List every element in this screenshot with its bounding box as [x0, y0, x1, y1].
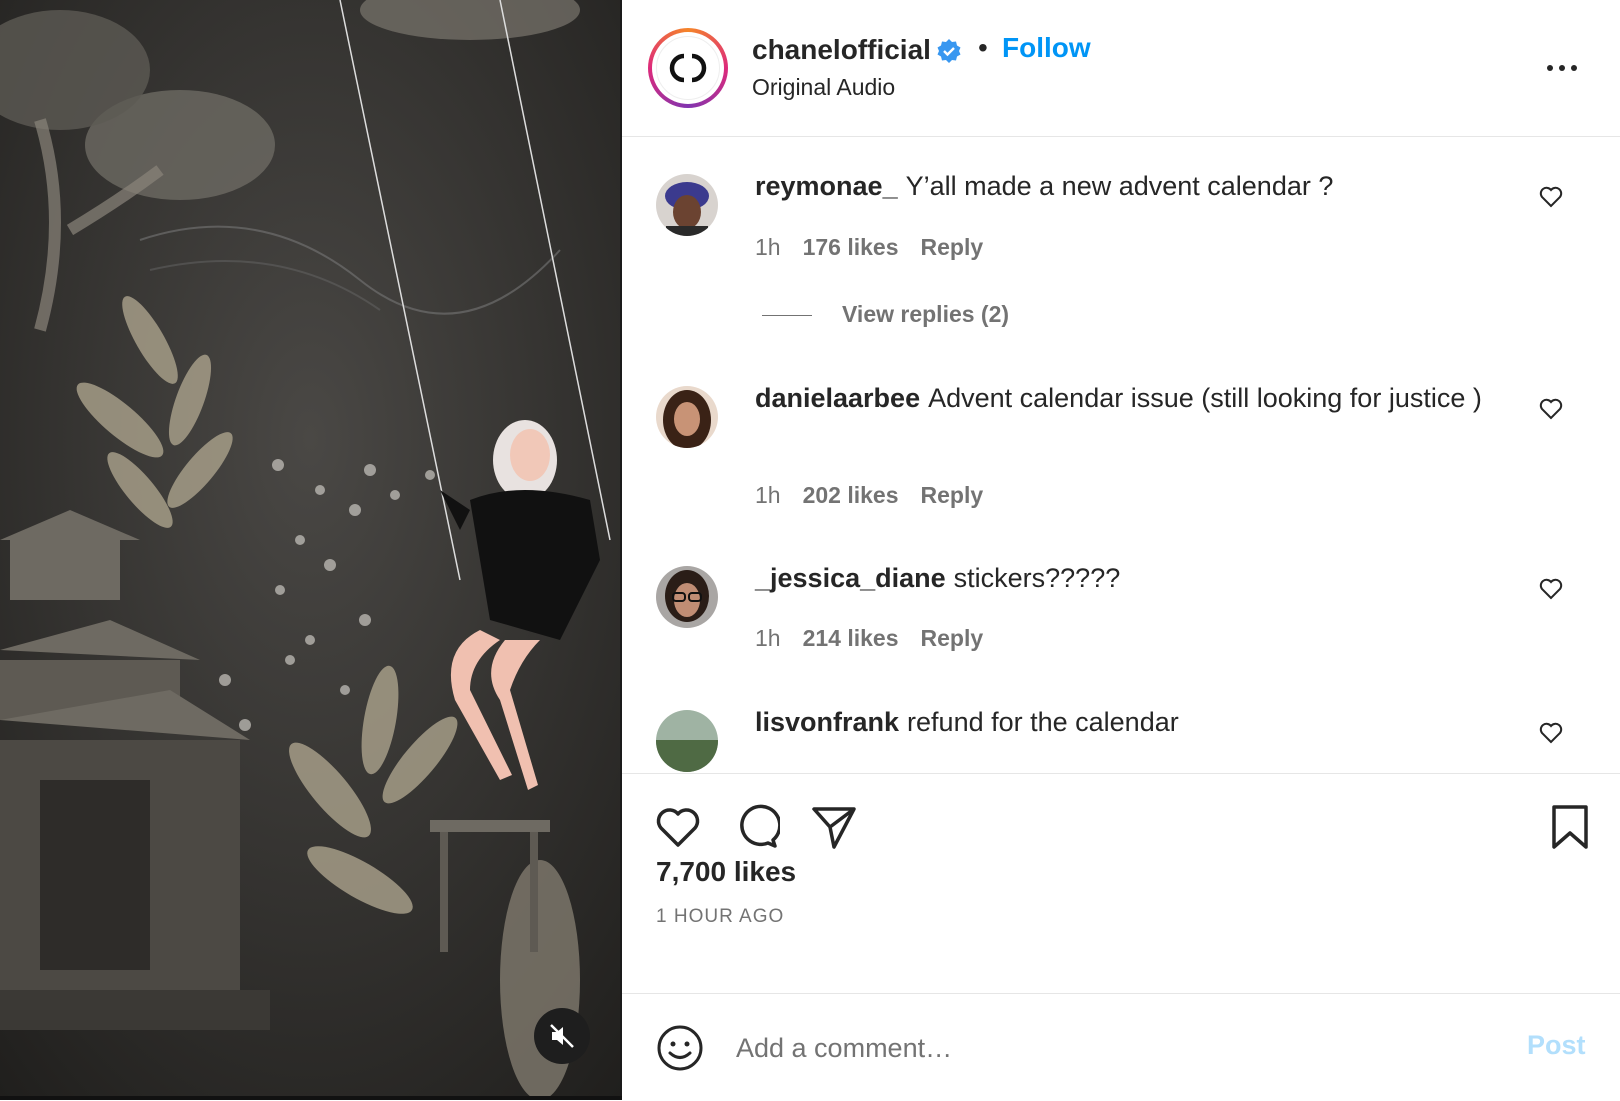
- comment-content: Advent calendar issue (still looking for…: [928, 383, 1482, 413]
- video-player[interactable]: [0, 0, 620, 1096]
- comment-time: 1h: [755, 482, 781, 508]
- comment-meta: 1h 214 likes Reply: [755, 625, 1005, 652]
- comment-username[interactable]: reymonae_: [755, 171, 898, 201]
- avatar-image: [656, 710, 718, 772]
- chanel-logo-icon: [669, 53, 707, 83]
- save-bookmark-icon[interactable]: [1546, 803, 1594, 851]
- reply-button[interactable]: Reply: [921, 234, 984, 260]
- verified-badge-icon: [937, 39, 961, 63]
- comment-time: 1h: [755, 234, 781, 260]
- comment-text: lisvonfrank refund for the calendar: [755, 704, 1515, 740]
- reply-button[interactable]: Reply: [921, 625, 984, 651]
- post-details-panel: chanelofficial • Follow Original Audio r…: [622, 0, 1620, 1100]
- comment-likes[interactable]: 176 likes: [803, 234, 899, 260]
- emoji-icon[interactable]: [656, 1024, 704, 1072]
- audio-label[interactable]: Original Audio: [752, 74, 895, 101]
- comment-likes[interactable]: 214 likes: [803, 625, 899, 651]
- comment-content: Y’all made a new advent calendar ?: [905, 171, 1334, 201]
- comments-list[interactable]: reymonae_ Y’all made a new advent calenda…: [622, 137, 1620, 772]
- video-frame-illustration: [0, 0, 620, 1096]
- replies-line: [762, 315, 812, 317]
- add-comment-bar: Post: [622, 993, 1620, 1101]
- comment-meta: 1h 176 likes Reply: [755, 234, 1005, 261]
- reply-button[interactable]: Reply: [921, 482, 984, 508]
- like-heart-icon[interactable]: [654, 803, 702, 851]
- comment-bubble-icon[interactable]: [732, 803, 780, 851]
- share-paper-plane-icon[interactable]: [810, 803, 858, 851]
- comment-text: danielaarbee Advent calendar issue (still…: [755, 380, 1515, 416]
- like-comment-heart-icon[interactable]: [1538, 397, 1564, 421]
- post-actions: 7,700 likes 1 HOUR AGO: [622, 773, 1620, 994]
- follow-button[interactable]: Follow: [1002, 32, 1091, 64]
- commenter-avatar[interactable]: [656, 174, 718, 236]
- comment-username[interactable]: _jessica_diane: [755, 563, 946, 593]
- commenter-avatar[interactable]: [656, 566, 718, 628]
- like-comment-heart-icon[interactable]: [1538, 721, 1564, 745]
- view-replies-button[interactable]: View replies (2): [762, 301, 1009, 328]
- commenter-avatar[interactable]: [656, 710, 718, 772]
- media-bottom-edge: [0, 1096, 622, 1100]
- post-likes-count[interactable]: 7,700 likes: [656, 856, 796, 888]
- comment-text: reymonae_ Y’all made a new advent calenda…: [755, 168, 1515, 204]
- mute-toggle-button[interactable]: [534, 1008, 590, 1064]
- comment-input[interactable]: [734, 1022, 1478, 1074]
- comment-username[interactable]: lisvonfrank: [755, 707, 899, 737]
- avatar-image: [656, 386, 718, 448]
- comment-username[interactable]: danielaarbee: [755, 383, 920, 413]
- avatar-image: [656, 566, 718, 628]
- speaker-muted-icon: [550, 1024, 574, 1048]
- comment-meta: 1h 202 likes Reply: [755, 482, 1005, 509]
- comment-time: 1h: [755, 625, 781, 651]
- like-comment-heart-icon[interactable]: [1538, 185, 1564, 209]
- like-comment-heart-icon[interactable]: [1538, 577, 1564, 601]
- comment-content: stickers?????: [953, 563, 1121, 593]
- view-replies-label: View replies (2): [842, 301, 1010, 327]
- header-separator: •: [978, 32, 988, 63]
- comment-text: _jessica_diane stickers?????: [755, 560, 1515, 596]
- more-options-icon[interactable]: [1542, 58, 1582, 78]
- commenter-avatar[interactable]: [656, 386, 718, 448]
- post-comment-button[interactable]: Post: [1527, 1030, 1586, 1061]
- post-author-username[interactable]: chanelofficial: [752, 34, 931, 66]
- comment-likes[interactable]: 202 likes: [803, 482, 899, 508]
- comment-content: refund for the calendar: [907, 707, 1179, 737]
- post-timestamp: 1 HOUR AGO: [656, 906, 785, 927]
- avatar-image: [656, 174, 718, 236]
- profile-avatar[interactable]: [648, 28, 728, 108]
- post-header: chanelofficial • Follow Original Audio: [622, 0, 1620, 137]
